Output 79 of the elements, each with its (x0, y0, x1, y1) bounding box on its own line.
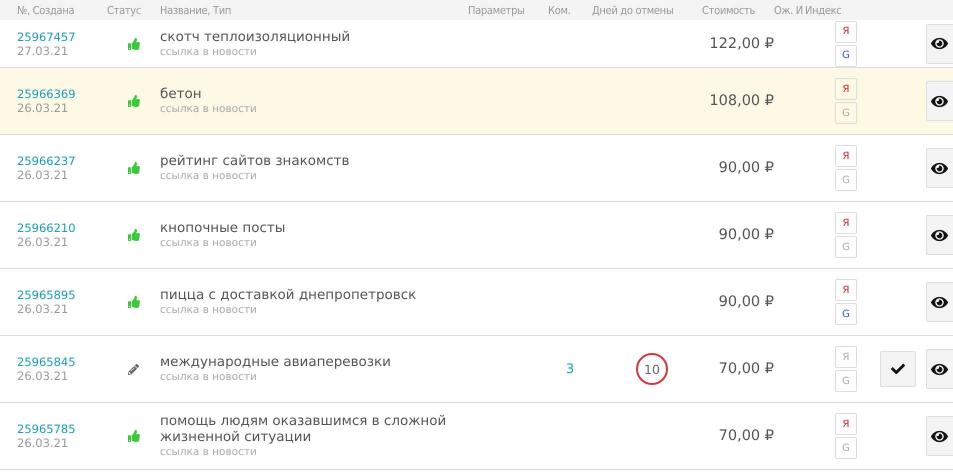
thumbs-up-icon (128, 95, 140, 107)
approve-button[interactable] (880, 351, 916, 387)
comment-count[interactable]: 3 (566, 362, 574, 376)
view-button[interactable] (926, 282, 953, 322)
thumbs-up-icon (128, 229, 140, 241)
yandex-index-badge: Я (835, 212, 857, 234)
price: 70,00 ₽ (718, 361, 774, 377)
item-type: ссылка в новости (160, 445, 258, 459)
item-type: ссылка в новости (160, 236, 258, 250)
column-header: Название, Тип (160, 4, 231, 16)
item-name: рейтинг сайтов знакомств (160, 153, 350, 169)
price: 122,00 ₽ (709, 36, 774, 52)
thumbs-up-icon (128, 38, 140, 50)
order-number[interactable]: 25967457 (17, 30, 107, 44)
table-row[interactable]: 25966369 26.03.21 бетон ссылка в новости 108,00 ₽ Я G (0, 68, 953, 135)
google-index-badge: G (835, 102, 857, 124)
item-name: бетон (160, 86, 203, 102)
order-number[interactable]: 25966237 (17, 154, 107, 168)
view-button[interactable] (926, 148, 953, 188)
yandex-index-badge: Я (835, 78, 857, 100)
thumbs-up-icon (128, 430, 140, 442)
item-name: кнопочные посты (160, 220, 286, 236)
yandex-index-badge: Я (835, 413, 857, 435)
google-index-badge: G (835, 169, 857, 191)
order-number[interactable]: 25965845 (17, 355, 107, 369)
view-button[interactable] (926, 416, 953, 456)
order-number[interactable]: 25966369 (17, 87, 107, 101)
yandex-index-badge: Я (835, 279, 857, 301)
column-header: Стоимость (702, 4, 756, 16)
google-index-badge: G (835, 303, 857, 325)
item-type: ссылка в новости (160, 102, 258, 116)
item-type: ссылка в новости (160, 169, 258, 183)
price: 108,00 ₽ (709, 93, 774, 109)
created-date: 27.03.21 (17, 44, 70, 58)
price: 90,00 ₽ (718, 294, 774, 310)
created-date: 26.03.21 (17, 436, 70, 450)
column-header: Параметры (468, 4, 525, 16)
created-date: 26.03.21 (17, 369, 70, 383)
table-row[interactable]: 25967457 27.03.21 скотч теплоизоляционный ссылка в новости 122,00 ₽ Я G (0, 20, 953, 68)
column-header: Статус (107, 4, 141, 16)
item-name: помощь людям оказавшимся в сложной жизненной ситуации (160, 413, 448, 445)
item-name: скотч теплоизоляционный (160, 28, 352, 44)
view-button[interactable] (926, 81, 953, 121)
item-type: ссылка в новости (160, 303, 258, 317)
created-date: 26.03.21 (17, 168, 70, 182)
yandex-index-badge: Я (835, 145, 857, 167)
item-name: международные авиаперевозки (160, 354, 392, 370)
order-number[interactable]: 25966210 (17, 221, 107, 235)
thumbs-up-icon (128, 162, 140, 174)
created-date: 26.03.21 (17, 101, 70, 115)
yandex-index-badge: Я (835, 346, 857, 368)
created-date: 26.03.21 (17, 235, 70, 249)
price: 90,00 ₽ (718, 160, 774, 176)
column-header: Индекс (805, 4, 842, 16)
view-button[interactable] (926, 349, 953, 389)
item-type: ссылка в новости (160, 370, 258, 384)
column-header: Ком. (548, 4, 570, 16)
order-number[interactable]: 25965895 (17, 288, 107, 302)
column-header: №, Создана (17, 4, 74, 16)
days-counter: 10 (636, 353, 668, 385)
view-button[interactable] (926, 24, 953, 64)
column-header: Ож. И (774, 4, 803, 16)
view-button[interactable] (926, 215, 953, 255)
eye-icon (931, 35, 948, 52)
created-date: 26.03.21 (17, 302, 70, 316)
yandex-index-badge: Я (835, 20, 857, 42)
thumbs-up-icon (128, 296, 140, 308)
price: 70,00 ₽ (718, 428, 774, 444)
check-icon (891, 362, 905, 376)
google-index-badge: G (835, 437, 857, 459)
item-name: пицца с доставкой днепропетровск (160, 287, 418, 303)
google-index-badge: G (835, 44, 857, 66)
column-header: Дней до отмены (592, 4, 674, 16)
google-index-badge: G (835, 370, 857, 392)
google-index-badge: G (835, 236, 857, 258)
order-number[interactable]: 25965785 (17, 422, 107, 436)
item-type: ссылка в новости (160, 44, 258, 58)
pencil-icon (128, 364, 139, 374)
price: 90,00 ₽ (718, 227, 774, 243)
